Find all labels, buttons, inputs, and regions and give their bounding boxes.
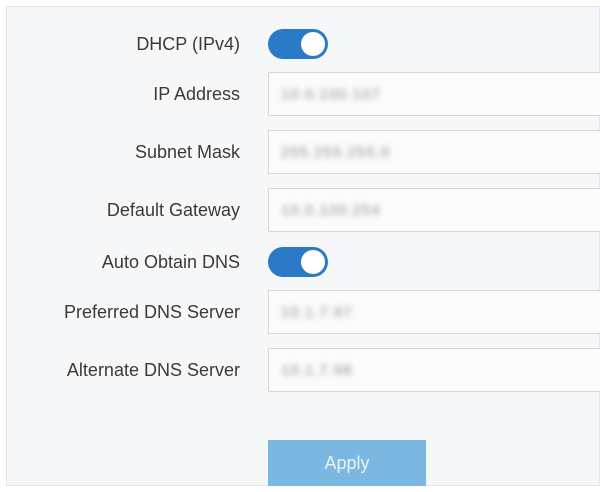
ip-address-field[interactable]: 10.0.100.107 bbox=[268, 72, 600, 116]
alternate-dns-value: 10.1.7.98 bbox=[281, 362, 353, 379]
auto-dns-toggle[interactable] bbox=[268, 247, 328, 277]
default-gateway-row: Default Gateway 10.0.100.254 bbox=[0, 188, 600, 232]
ip-address-value: 10.0.100.107 bbox=[281, 86, 381, 103]
default-gateway-field[interactable]: 10.0.100.254 bbox=[268, 188, 600, 232]
preferred-dns-row: Preferred DNS Server 10.1.7.97 bbox=[0, 290, 600, 334]
auto-dns-toggle-knob bbox=[301, 250, 325, 274]
preferred-dns-field[interactable]: 10.1.7.97 bbox=[268, 290, 600, 334]
subnet-mask-field[interactable]: 255.255.255.0 bbox=[268, 130, 600, 174]
dhcp-toggle[interactable] bbox=[268, 29, 328, 59]
dhcp-label: DHCP (IPv4) bbox=[136, 34, 240, 54]
ip-address-row: IP Address 10.0.100.107 bbox=[0, 72, 600, 116]
auto-dns-row: Auto Obtain DNS bbox=[0, 240, 600, 284]
dhcp-toggle-knob bbox=[301, 32, 325, 56]
default-gateway-value: 10.0.100.254 bbox=[281, 202, 381, 219]
auto-dns-label: Auto Obtain DNS bbox=[101, 252, 240, 272]
subnet-mask-row: Subnet Mask 255.255.255.0 bbox=[0, 130, 600, 174]
subnet-mask-value: 255.255.255.0 bbox=[281, 144, 390, 161]
preferred-dns-value: 10.1.7.97 bbox=[281, 304, 353, 321]
dhcp-row: DHCP (IPv4) bbox=[0, 22, 600, 66]
subnet-mask-label: Subnet Mask bbox=[134, 142, 240, 162]
apply-button[interactable]: Apply bbox=[268, 440, 426, 486]
alternate-dns-field[interactable]: 10.1.7.98 bbox=[268, 348, 600, 392]
preferred-dns-label: Preferred DNS Server bbox=[63, 302, 240, 322]
default-gateway-label: Default Gateway bbox=[106, 200, 240, 220]
alternate-dns-row: Alternate DNS Server 10.1.7.98 bbox=[0, 348, 600, 392]
alternate-dns-label: Alternate DNS Server bbox=[66, 360, 240, 380]
ip-address-label: IP Address bbox=[153, 84, 240, 104]
